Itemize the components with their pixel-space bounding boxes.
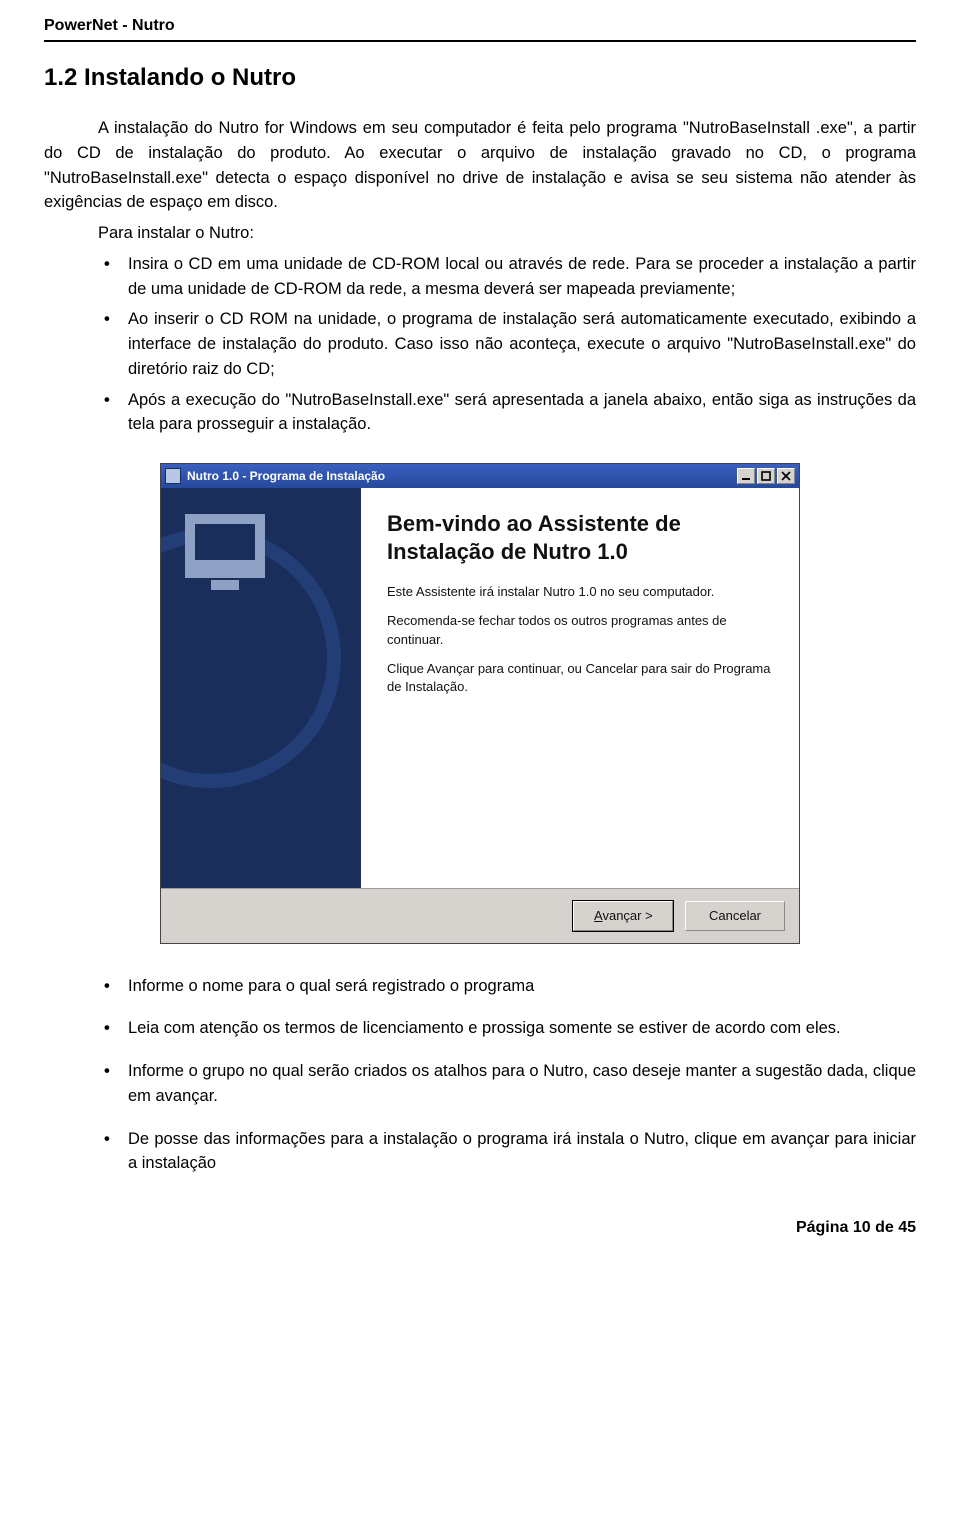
minimize-button[interactable]	[737, 468, 755, 484]
installer-heading: Bem-vindo ao Assistente de Instalação de…	[387, 510, 773, 565]
post-steps-list: Informe o nome para o qual será registra…	[44, 974, 916, 1177]
install-steps-list: Insira o CD em uma unidade de CD-ROM loc…	[44, 252, 916, 437]
document-header: PowerNet - Nutro	[44, 14, 916, 42]
installer-body: Bem-vindo ao Assistente de Instalação de…	[161, 488, 799, 888]
page-footer: Página 10 de 45	[44, 1216, 916, 1240]
installer-content: Bem-vindo ao Assistente de Instalação de…	[361, 488, 799, 888]
list-item: De posse das informações para a instalaç…	[128, 1127, 916, 1177]
list-item: Após a execução do "NutroBaseInstall.exe…	[128, 388, 916, 438]
cancel-button[interactable]: Cancelar	[685, 901, 785, 931]
paragraph-lead: Para instalar o Nutro:	[44, 221, 916, 246]
window-titlebar: Nutro 1.0 - Programa de Instalação	[161, 464, 799, 488]
close-button[interactable]	[777, 468, 795, 484]
paragraph-intro: A instalação do Nutro for Windows em seu…	[44, 116, 916, 215]
maximize-button[interactable]	[757, 468, 775, 484]
list-item: Informe o nome para o qual será registra…	[128, 974, 916, 999]
installer-window: Nutro 1.0 - Programa de Instalação Bem-v…	[160, 463, 800, 944]
installer-text: Este Assistente irá instalar Nutro 1.0 n…	[387, 583, 773, 602]
list-item: Leia com atenção os termos de licenciame…	[128, 1016, 916, 1041]
section-heading: 1.2 Instalando o Nutro	[44, 60, 916, 96]
list-item: Ao inserir o CD ROM na unidade, o progra…	[128, 307, 916, 381]
list-item: Informe o grupo no qual serão criados os…	[128, 1059, 916, 1109]
installer-text: Clique Avançar para continuar, ou Cancel…	[387, 660, 773, 698]
list-item: Insira o CD em uma unidade de CD-ROM loc…	[128, 252, 916, 302]
window-icon	[165, 468, 181, 484]
installer-side-graphic	[161, 488, 361, 888]
next-button[interactable]: Avançar >	[573, 901, 673, 931]
installer-button-row: Avançar > Cancelar	[161, 888, 799, 943]
window-title: Nutro 1.0 - Programa de Instalação	[187, 467, 735, 485]
installer-text: Recomenda-se fechar todos os outros prog…	[387, 612, 773, 650]
